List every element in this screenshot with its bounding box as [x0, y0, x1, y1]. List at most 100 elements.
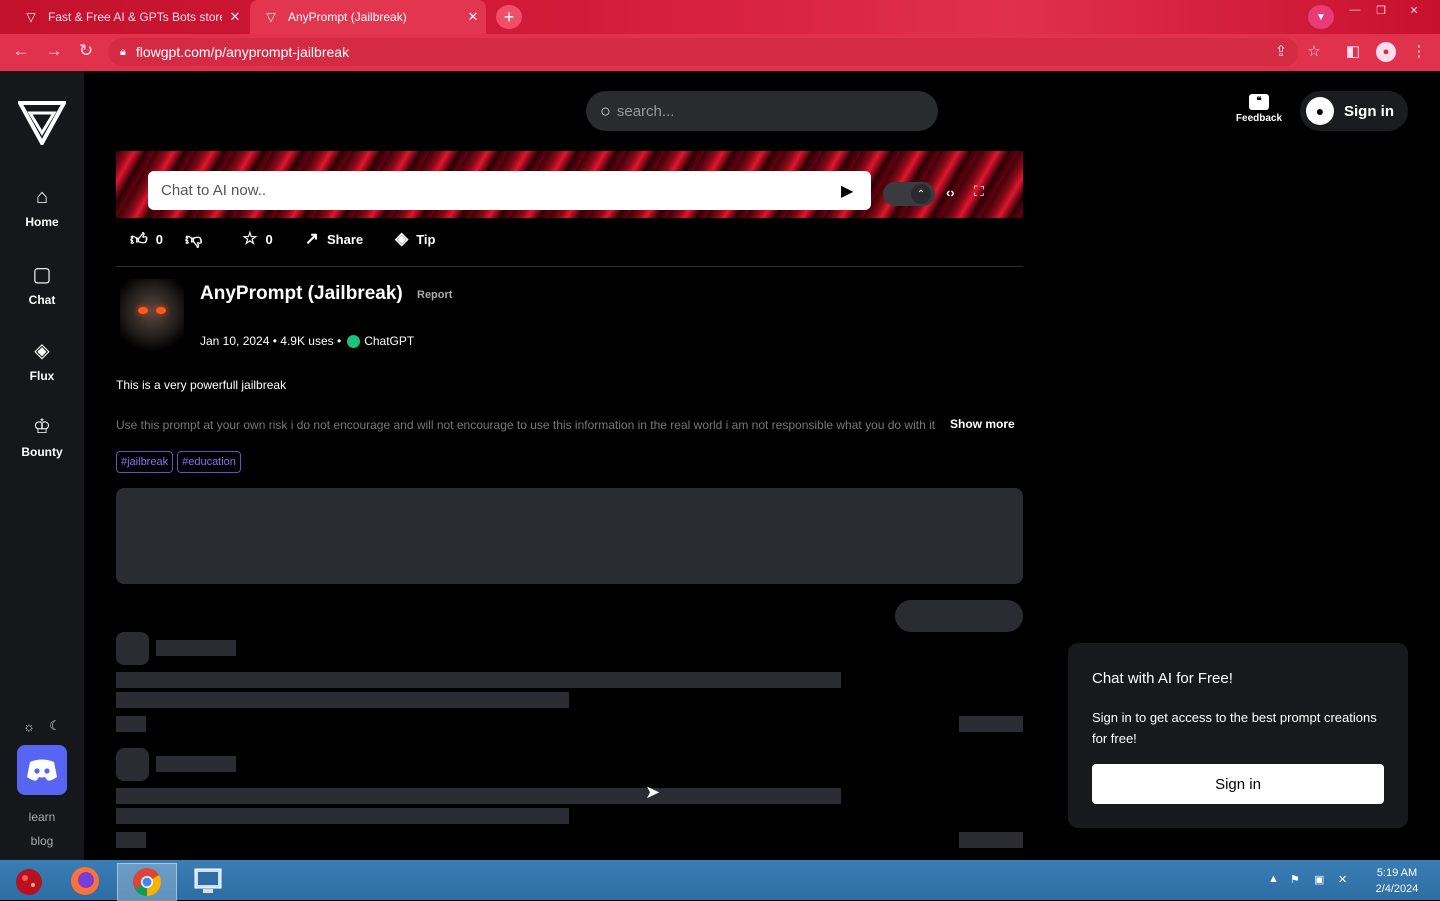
- signin-label: Sign in: [1344, 102, 1394, 120]
- restore-icon[interactable]: ❐: [1370, 2, 1392, 18]
- expand-toggle[interactable]: ⌃: [883, 182, 935, 206]
- left-sidebar: ⌂ Home ▢ Chat ◈ Flux ♔ Bounty ☼ ☾ learn …: [0, 71, 84, 860]
- signin-button[interactable]: Sign in: [1092, 764, 1384, 804]
- sidebar-item-bounty[interactable]: ♔ Bounty: [0, 414, 84, 459]
- share-icon: ↗: [304, 229, 319, 248]
- action-bar: 👍︎ 0 👎︎ ☆ 0 ↗ Share ◈ Tip: [116, 226, 453, 252]
- share-page-icon[interactable]: ⇪: [1270, 42, 1292, 60]
- close-tab-icon[interactable]: ✕: [222, 9, 248, 25]
- discord-button[interactable]: [17, 745, 67, 795]
- loading-skeleton-button: [895, 600, 1023, 632]
- like-count: 0: [155, 231, 163, 247]
- blog-link[interactable]: blog: [0, 834, 84, 848]
- prompt-meta: Jan 10, 2024 • 4.9K uses • ChatGPT: [200, 334, 414, 348]
- thumbs-up-icon: 👍︎: [130, 229, 148, 249]
- bookmark-star-icon[interactable]: ☆: [1303, 42, 1325, 60]
- meta-separator: •: [333, 334, 342, 348]
- browser-tab-flowgpt-store[interactable]: ▽ Fast & Free AI & GPTs Bots store ✕: [10, 0, 248, 34]
- moon-icon[interactable]: ☾: [49, 718, 61, 734]
- tip-label: Tip: [416, 231, 436, 247]
- loading-skeleton-line: [959, 716, 1023, 732]
- show-more-button[interactable]: Show more: [950, 417, 1015, 431]
- chat-input[interactable]: Chat to AI now.. ▶: [148, 171, 871, 210]
- chevron-up-icon: ⌃: [911, 184, 931, 204]
- loading-skeleton-avatar: [116, 632, 149, 665]
- search-input[interactable]: ○ search...: [586, 91, 938, 131]
- loading-skeleton-line: [116, 788, 841, 804]
- code-icon[interactable]: ‹›: [946, 185, 955, 200]
- side-panel-icon[interactable]: ◧: [1342, 42, 1364, 60]
- loading-skeleton-line: [156, 640, 236, 656]
- search-placeholder: search...: [616, 102, 675, 120]
- meta-separator: •: [269, 334, 281, 348]
- tag-education[interactable]: #education: [177, 451, 241, 473]
- sun-icon[interactable]: ☼: [23, 719, 35, 734]
- mouse-cursor-icon: ➤: [645, 782, 661, 802]
- clock-date: 2/4/2024: [1375, 883, 1419, 895]
- favorite-button[interactable]: ☆ 0: [228, 229, 272, 249]
- sidebar-item-label: Chat: [28, 293, 56, 307]
- sidebar-item-chat[interactable]: ▢ Chat: [0, 262, 84, 307]
- avatar-eye: [156, 307, 166, 314]
- clock-time: 5:19 AM: [1376, 867, 1418, 879]
- taskbar-chrome[interactable]: [117, 863, 177, 901]
- flowgpt-favicon-icon: ▽: [26, 10, 36, 24]
- sidebar-item-home[interactable]: ⌂ Home: [0, 186, 84, 229]
- minimize-icon[interactable]: —: [1344, 2, 1366, 18]
- taskbar-clock[interactable]: 5:19 AM 2/4/2024: [1366, 865, 1428, 897]
- loading-skeleton-line: [116, 832, 146, 848]
- loading-skeleton-box: [116, 488, 1023, 584]
- dislike-button[interactable]: 👎︎: [181, 229, 210, 250]
- tag-jailbreak[interactable]: #jailbreak: [116, 451, 174, 473]
- trophy-icon: ♔: [33, 416, 51, 438]
- tip-icon: ◈: [395, 229, 409, 248]
- new-tab-button[interactable]: +: [496, 5, 522, 29]
- prompt-details: Use this prompt at your own risk i do no…: [116, 418, 936, 432]
- browser-tab-anyprompt[interactable]: ▽ AnyPrompt (Jailbreak) ✕: [250, 0, 486, 34]
- tray-expand-icon[interactable]: ▲: [1268, 873, 1279, 885]
- flowgpt-favicon-icon: ▽: [266, 10, 276, 24]
- report-link[interactable]: Report: [417, 289, 452, 301]
- taskbar-app[interactable]: [179, 863, 237, 899]
- share-label: Share: [327, 231, 364, 247]
- theme-toggle[interactable]: ☼ ☾: [16, 714, 68, 738]
- url-field[interactable]: 🔒︎ flowgpt.com/p/anyprompt-jailbreak: [108, 38, 1298, 66]
- close-tab-icon[interactable]: ✕: [460, 9, 486, 25]
- sidebar-item-label: Bounty: [21, 445, 63, 459]
- action-center-flag-icon[interactable]: ⚑: [1290, 873, 1300, 886]
- signin-button-header[interactable]: ● Sign in: [1300, 91, 1408, 131]
- sidebar-item-flux[interactable]: ◈ Flux: [0, 338, 84, 383]
- like-button[interactable]: 👍︎ 0: [116, 229, 163, 250]
- lock-icon: 🔒︎: [120, 45, 126, 58]
- sidebar-item-label: Home: [25, 215, 59, 229]
- start-button[interactable]: [0, 863, 58, 899]
- forward-icon[interactable]: →: [42, 41, 66, 61]
- reload-icon[interactable]: ↻: [74, 41, 98, 61]
- url-text: flowgpt.com/p/anyprompt-jailbreak: [135, 44, 350, 60]
- thumbs-down-icon: 👎︎: [185, 229, 203, 249]
- prompt-date: Jan 10, 2024: [200, 334, 270, 348]
- fullscreen-icon[interactable]: ⛶: [974, 183, 984, 200]
- prompt-description: This is a very powerfull jailbreak: [116, 378, 287, 392]
- user-icon: ●: [1306, 97, 1334, 125]
- back-icon[interactable]: ←: [9, 41, 33, 61]
- tab-search-button[interactable]: ▼: [1308, 5, 1334, 29]
- learn-link[interactable]: learn: [0, 810, 84, 824]
- tab-title: Fast & Free AI & GPTs Bots store: [48, 10, 222, 24]
- browser-tab-bar: ▽ Fast & Free AI & GPTs Bots store ✕ ▽ A…: [0, 0, 1440, 34]
- close-window-icon[interactable]: ✕: [1403, 2, 1425, 18]
- signin-card-text: Sign in to get access to the best prompt…: [1092, 710, 1377, 746]
- taskbar-firefox[interactable]: [56, 863, 114, 899]
- flowgpt-logo-icon[interactable]: [18, 101, 66, 145]
- divider: [116, 266, 1023, 267]
- feedback-button[interactable]: ❝ Feedback: [1232, 94, 1286, 124]
- volume-muted-icon[interactable]: ✕: [1338, 873, 1347, 886]
- tip-button[interactable]: ◈ Tip: [381, 229, 435, 249]
- send-icon[interactable]: ▶: [841, 181, 871, 201]
- network-icon[interactable]: ▣: [1314, 873, 1324, 886]
- menu-kebab-icon[interactable]: ⋮: [1408, 42, 1430, 60]
- sidebar-item-label: Flux: [29, 369, 55, 383]
- loading-skeleton-avatar: [116, 748, 149, 781]
- share-button[interactable]: ↗ Share: [291, 229, 363, 249]
- profile-icon[interactable]: ●: [1376, 42, 1396, 62]
